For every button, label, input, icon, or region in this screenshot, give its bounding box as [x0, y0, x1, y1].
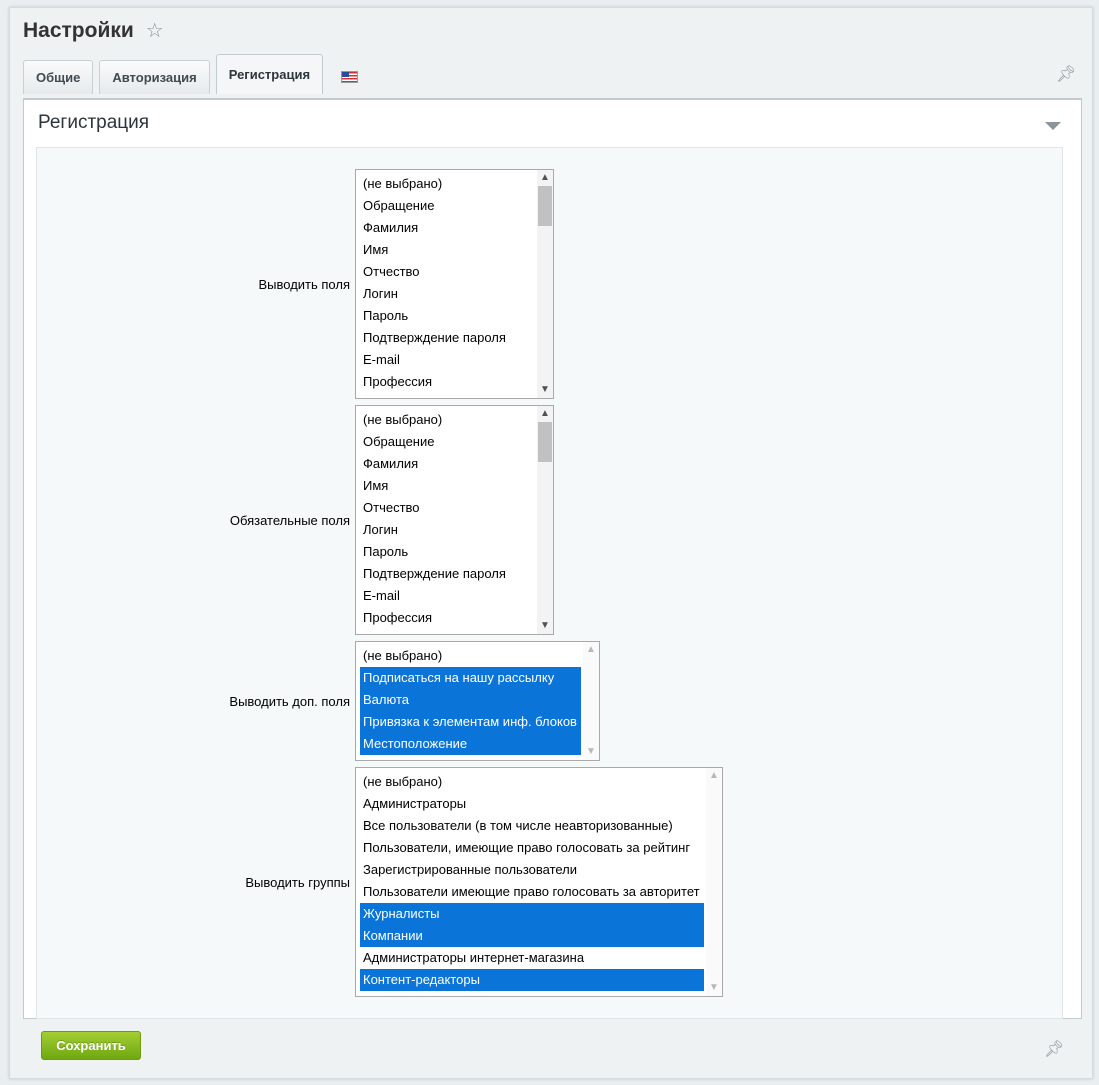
required-fields-option[interactable]: Отчество [360, 497, 535, 519]
required-fields-label: Обязательные поля [229, 513, 350, 528]
show-fields-option[interactable]: Пароль [360, 305, 535, 327]
required-fields-option[interactable]: Профессия [360, 607, 535, 629]
star-icon[interactable]: ☆ [146, 18, 164, 43]
scroll-down-icon[interactable]: ▼ [583, 745, 599, 759]
scroll-thumb[interactable] [538, 422, 552, 462]
extra-fields-option[interactable]: (не выбрано) [360, 645, 581, 667]
extra-fields-option[interactable]: Привязка к элементам инф. блоков [360, 711, 581, 733]
scroll-up-icon[interactable]: ▲ [583, 643, 599, 657]
groups-option[interactable]: Администраторы интернет-магазина [360, 947, 704, 969]
scrollbar[interactable]: ▲ ▼ [583, 642, 599, 760]
required-fields-listbox[interactable]: (не выбрано) Обращение Фамилия Имя Отчество Л… [355, 405, 554, 635]
required-fields-option[interactable]: Логин [360, 519, 535, 541]
save-button[interactable]: Сохранить [41, 1031, 141, 1060]
groups-option[interactable]: Администраторы [360, 793, 704, 815]
show-fields-option[interactable]: Профессия [360, 371, 535, 393]
scroll-up-icon[interactable]: ▲ [537, 171, 553, 185]
groups-option[interactable]: Пользователи, имеющие право голосовать з… [360, 837, 704, 859]
collapse-arrow-icon[interactable] [1045, 122, 1061, 130]
tab-label: Авторизация [112, 70, 197, 85]
required-fields-option[interactable]: Имя [360, 475, 535, 497]
groups-label: Выводить группы [245, 875, 350, 890]
tab-label: Регистрация [228, 67, 311, 82]
show-fields-option[interactable]: E-mail [360, 349, 535, 371]
section-title: Регистрация [38, 112, 150, 133]
fields-area: Выводить поля (не выбрано) Обращение Фамил… [36, 147, 1063, 1019]
pin-icon[interactable]: 📌︎ [1044, 1039, 1064, 1059]
title-row: Настройки ☆ [23, 18, 164, 43]
tab-general[interactable]: Общие [23, 60, 94, 94]
pin-icon[interactable]: 📌︎ [1056, 64, 1076, 84]
required-fields-option[interactable]: Пароль [360, 541, 535, 563]
us-flag-icon [341, 71, 359, 83]
extra-fields-listbox[interactable]: (не выбрано) Подписаться на нашу рассылку… [355, 641, 600, 761]
required-fields-option[interactable]: Обращение [360, 431, 535, 453]
show-fields-listbox[interactable]: (не выбрано) Обращение Фамилия Имя Отчество Л… [355, 169, 554, 399]
show-fields-option[interactable]: Фамилия [360, 217, 535, 239]
show-fields-option[interactable]: (не выбрано) [360, 173, 535, 195]
extra-fields-option[interactable]: Валюта [360, 689, 581, 711]
scroll-down-icon[interactable]: ▼ [537, 383, 553, 397]
groups-listbox[interactable]: (не выбрано) Администраторы Все пользовате… [355, 767, 723, 997]
show-fields-option[interactable]: Имя [360, 239, 535, 261]
tab-language[interactable] [329, 60, 370, 94]
scroll-thumb[interactable] [538, 186, 552, 226]
registration-panel: Регистрация Выводить поля (не выбрано) Об… [23, 98, 1082, 1019]
tab-bar: Общие Авторизация Регистрация [23, 54, 376, 100]
extra-fields-option[interactable]: Подписаться на нашу рассылку [360, 667, 581, 689]
groups-option[interactable]: Пользователи имеющие право голосовать за… [360, 881, 704, 903]
show-fields-label: Выводить поля [258, 277, 350, 292]
tab-registration[interactable]: Регистрация [215, 54, 324, 94]
required-fields-option[interactable]: (не выбрано) [360, 409, 535, 431]
groups-option[interactable]: Контент-редакторы [360, 969, 704, 991]
tab-authorization[interactable]: Авторизация [99, 60, 210, 94]
settings-window: Настройки ☆ Общие Авторизация Регистраци… [9, 7, 1093, 1079]
tab-label: Общие [36, 70, 81, 85]
scroll-up-icon[interactable]: ▲ [537, 407, 553, 421]
scrollbar[interactable]: ▲ ▼ [537, 170, 553, 398]
groups-option[interactable]: (не выбрано) [360, 771, 704, 793]
scrollbar[interactable]: ▲ ▼ [706, 768, 722, 996]
scroll-down-icon[interactable]: ▼ [537, 619, 553, 633]
show-fields-option[interactable]: Отчество [360, 261, 535, 283]
required-fields-option[interactable]: Подтверждение пароля [360, 563, 535, 585]
extra-fields-option[interactable]: Местоположение [360, 733, 581, 755]
groups-option[interactable]: Зарегистрированные пользователи [360, 859, 704, 881]
groups-option[interactable]: Компании [360, 925, 704, 947]
scroll-up-icon[interactable]: ▲ [706, 769, 722, 783]
page-title: Настройки [23, 18, 134, 42]
show-fields-option[interactable]: Подтверждение пароля [360, 327, 535, 349]
groups-option[interactable]: Журналисты [360, 903, 704, 925]
groups-option[interactable]: Все пользователи (в том числе неавторизо… [360, 815, 704, 837]
required-fields-option[interactable]: E-mail [360, 585, 535, 607]
show-fields-option[interactable]: Логин [360, 283, 535, 305]
show-fields-option[interactable]: Обращение [360, 195, 535, 217]
scrollbar[interactable]: ▲ ▼ [537, 406, 553, 634]
scroll-down-icon[interactable]: ▼ [706, 981, 722, 995]
extra-fields-label: Выводить доп. поля [229, 694, 350, 709]
required-fields-option[interactable]: Фамилия [360, 453, 535, 475]
